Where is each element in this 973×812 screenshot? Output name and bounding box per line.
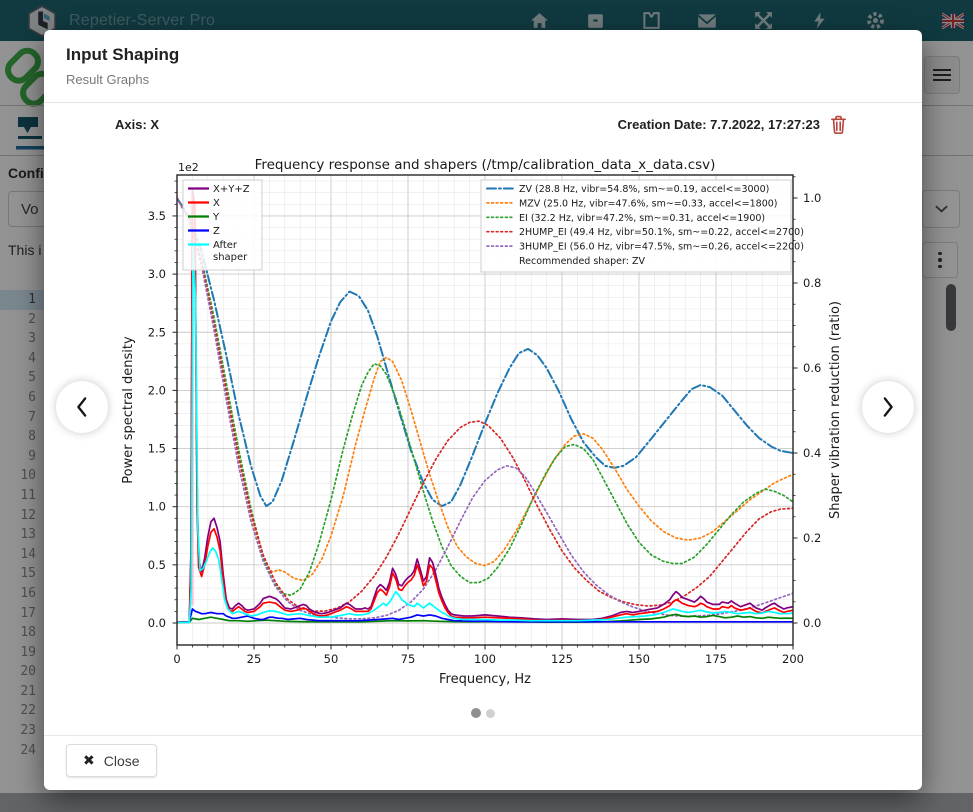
svg-text:0.0: 0.0 — [803, 616, 821, 630]
previous-graph-button[interactable] — [56, 381, 108, 433]
svg-text:X: X — [213, 198, 220, 209]
svg-text:150: 150 — [628, 652, 650, 666]
chart-title: Frequency response and shapers (/tmp/cal… — [255, 157, 716, 173]
svg-text:ZV (28.8 Hz, vibr=54.8%, sm~=0: ZV (28.8 Hz, vibr=54.8%, sm~=0.19, accel… — [519, 184, 769, 195]
svg-text:0.0: 0.0 — [148, 616, 166, 630]
svg-text:50: 50 — [324, 652, 339, 666]
svg-text:125: 125 — [551, 652, 573, 666]
svg-text:0.8: 0.8 — [803, 276, 821, 290]
svg-text:EI (32.2 Hz, vibr=47.2%, sm~=0: EI (32.2 Hz, vibr=47.2%, sm~=0.31, accel… — [519, 213, 765, 224]
svg-text:1.0: 1.0 — [148, 500, 166, 514]
svg-text:After: After — [213, 240, 238, 251]
svg-text:X+Y+Z: X+Y+Z — [213, 184, 250, 195]
svg-text:100: 100 — [474, 652, 496, 666]
carousel-dots — [44, 708, 922, 718]
svg-text:175: 175 — [705, 652, 727, 666]
svg-text:3.0: 3.0 — [148, 267, 166, 281]
close-button-label: Close — [104, 753, 140, 769]
svg-text:0.5: 0.5 — [148, 558, 166, 572]
svg-text:3HUMP_EI (56.0 Hz, vibr=47.5%,: 3HUMP_EI (56.0 Hz, vibr=47.5%, sm~=0.26,… — [519, 242, 804, 253]
axis-info-row: Axis: X Creation Date: 7.7.2022, 17:27:2… — [115, 113, 848, 135]
carousel-dot-active[interactable] — [471, 708, 481, 718]
svg-text:0.2: 0.2 — [803, 531, 821, 545]
recommended-shaper-note: Recommended shaper: ZV — [519, 256, 645, 267]
input-shaping-dialog: Input Shaping Result Graphs Axis: X Crea… — [44, 30, 922, 790]
svg-text:0.4: 0.4 — [803, 446, 821, 460]
svg-text:2.0: 2.0 — [148, 383, 166, 397]
dialog-header: Input Shaping Result Graphs — [44, 30, 922, 103]
x-axis-label: Frequency, Hz — [439, 672, 531, 687]
result-chart: 0 25 50 75 100 125 150 175 200 0.0 0.5 1.0 1.5 2.0 2.5… — [115, 145, 852, 697]
footer-divider — [44, 735, 922, 736]
right-axis-label: Shaper vibration reduction (ratio) — [828, 301, 843, 519]
close-icon: ✖ — [83, 752, 95, 769]
svg-text:0.6: 0.6 — [803, 361, 821, 375]
screen: Repetier-Server Pro — [0, 0, 973, 812]
svg-text:200: 200 — [782, 652, 804, 666]
svg-text:3.5: 3.5 — [148, 209, 166, 223]
svg-text:Y: Y — [212, 212, 220, 223]
svg-text:2HUMP_EI (49.4 Hz, vibr=50.1%,: 2HUMP_EI (49.4 Hz, vibr=50.1%, sm~=0.22,… — [519, 227, 804, 238]
svg-text:MZV (25.0 Hz, vibr=47.6%, sm~=: MZV (25.0 Hz, vibr=47.6%, sm~=0.33, acce… — [519, 198, 778, 209]
chevron-left-icon — [73, 395, 91, 419]
dialog-title: Input Shaping — [66, 45, 900, 65]
carousel-dot[interactable] — [486, 709, 495, 718]
close-button[interactable]: ✖ Close — [66, 744, 157, 777]
svg-text:25: 25 — [247, 652, 262, 666]
svg-text:75: 75 — [401, 652, 416, 666]
svg-text:shaper: shaper — [213, 252, 248, 263]
dialog-subtitle: Result Graphs — [66, 72, 900, 87]
axis-offset-text: 1e2 — [178, 161, 199, 174]
delete-result-button[interactable] — [829, 114, 848, 135]
next-graph-button[interactable] — [862, 381, 914, 433]
svg-text:0: 0 — [173, 652, 180, 666]
svg-text:2.5: 2.5 — [148, 325, 166, 339]
svg-text:1.5: 1.5 — [148, 442, 166, 456]
svg-text:1.0: 1.0 — [803, 191, 821, 205]
left-axis-label: Power spectral density — [121, 336, 136, 484]
axis-label: Axis: X — [115, 117, 159, 132]
frequency-response-chart: 0 25 50 75 100 125 150 175 200 0.0 0.5 1.0 1.5 2.0 2.5… — [115, 145, 852, 697]
creation-date: Creation Date: 7.7.2022, 17:27:23 — [618, 117, 820, 132]
chevron-right-icon — [879, 395, 897, 419]
trash-icon — [829, 114, 848, 135]
svg-text:Z: Z — [213, 226, 220, 237]
